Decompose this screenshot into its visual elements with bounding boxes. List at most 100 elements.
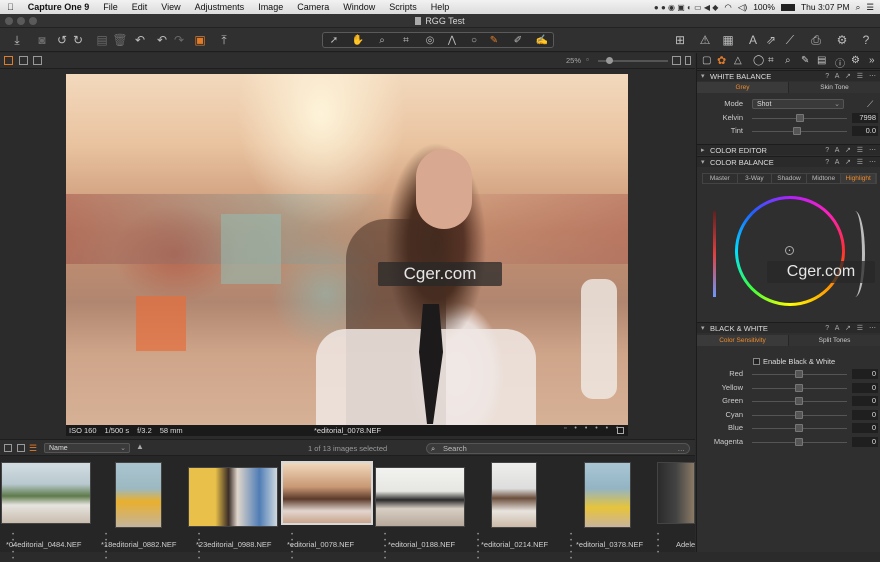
library-tab-icon[interactable]: ▢ [702, 55, 711, 66]
thumbnail-image[interactable] [491, 462, 537, 528]
rotate-left-icon[interactable]: ↺ [55, 31, 69, 49]
tab-midtone[interactable]: Midtone [807, 174, 842, 183]
single-view-icon[interactable] [19, 56, 28, 65]
settings-icon[interactable]: ⚙ [834, 31, 850, 49]
undo-icon-2[interactable]: ↶ [155, 31, 169, 49]
rotate-right-icon[interactable]: ↻ [71, 31, 85, 49]
menu-adjustments[interactable]: Adjustments [188, 2, 252, 12]
text-icon[interactable]: A [745, 31, 761, 49]
thumbnail-rating[interactable]: • • • • [657, 532, 662, 556]
move-icon[interactable]: ▤ [95, 31, 109, 49]
collapse-icon[interactable]: ▾ [701, 324, 705, 332]
undo-icon[interactable]: ↶ [133, 31, 147, 49]
close-icon[interactable] [5, 17, 13, 25]
bw-slider-knob[interactable] [795, 397, 803, 405]
zoom-out-icon[interactable]: ▫ [586, 55, 589, 64]
enable-bw-checkbox[interactable] [753, 358, 760, 365]
sort-direction-icon[interactable]: ▲ [136, 442, 144, 451]
zoom-in-icon[interactable] [672, 56, 681, 65]
eyedropper-icon[interactable]: ⟋ [783, 31, 797, 49]
saturation-arc[interactable] [713, 211, 739, 297]
lightness-arc[interactable] [845, 211, 865, 297]
apple-icon[interactable]:  [0, 2, 21, 12]
menu-scripts[interactable]: Scripts [382, 2, 424, 12]
search-options-icon[interactable]: … [678, 444, 686, 453]
menu-window[interactable]: Window [336, 2, 382, 12]
menu-camera[interactable]: Camera [290, 2, 336, 12]
thumbnail-image-selected[interactable] [281, 461, 373, 525]
kelvin-value[interactable]: 7998 [852, 113, 878, 123]
tint-slider-knob[interactable] [792, 127, 801, 135]
color-editor-header[interactable]: ▸ COLOR EDITOR ? A ↗ ☰ ⋯ [697, 144, 880, 155]
local-tab-icon[interactable]: ✎ [801, 55, 809, 66]
list-browse-icon[interactable] [17, 444, 25, 452]
menu-image[interactable]: Image [251, 2, 290, 12]
app-menu[interactable]: Capture One 9 [21, 2, 97, 12]
thumbnail-image[interactable] [115, 462, 162, 528]
bw-slider-value[interactable]: 0 [852, 382, 878, 393]
tool-header-icons[interactable]: ? A ↗ ☰ ⋯ [825, 324, 878, 332]
thumbnail-image[interactable] [584, 462, 631, 528]
keystone-icon[interactable]: ⋀ [445, 33, 459, 47]
search-input[interactable]: ⌕ Search … [426, 443, 690, 454]
output-tab-icon[interactable]: ⚙ [851, 55, 860, 66]
viewer[interactable]: ISO 160 1/500 s f/3.2 58 mm *editorial_0… [0, 69, 695, 439]
grid-icon[interactable]: ⊞ [672, 31, 688, 49]
tint-value[interactable]: 0.0 [852, 126, 878, 136]
color-tag[interactable] [617, 427, 624, 434]
main-photo[interactable] [66, 74, 628, 425]
thumbnail-rating[interactable]: • • • • • [570, 532, 575, 562]
filmstrip-icon[interactable]: ☰ [29, 443, 37, 454]
color-tab-icon[interactable]: ✿ [717, 54, 726, 67]
bw-slider-value[interactable]: 0 [852, 396, 878, 406]
exposure-tab-icon[interactable]: △ [734, 55, 742, 66]
bw-slider-knob[interactable] [795, 383, 803, 392]
tab-split-tones[interactable]: Split Tones [789, 335, 880, 346]
tool-header-icons[interactable]: ? A ↗ ☰ ⋯ [825, 146, 878, 154]
picker-icon-2[interactable]: ⇗ [764, 31, 778, 49]
black-white-header[interactable]: ▾ BLACK & WHITE ? A ↗ ☰ ⋯ [697, 322, 880, 333]
copy-adjustments-icon[interactable]: ▣ [192, 31, 208, 49]
spot-removal-icon[interactable]: ○ [467, 33, 481, 47]
volume-icon[interactable]: ◁) [738, 2, 747, 13]
more-tabs-icon[interactable]: » [869, 55, 875, 66]
grid-view-icon[interactable] [4, 56, 13, 65]
import-icon[interactable]: ⤓ [8, 31, 26, 49]
pan-icon[interactable]: ✋ [351, 33, 365, 47]
zoom-slider-knob[interactable] [606, 57, 613, 64]
white-balance-header[interactable]: ▾ WHITE BALANCE ? A ↗ ☰ ⋯ [697, 70, 880, 81]
tab-skin-tone[interactable]: Skin Tone [789, 82, 880, 93]
bw-slider-value[interactable]: 0 [852, 436, 878, 447]
wifi-icon[interactable]: ◠ [724, 2, 731, 13]
minimize-icon[interactable] [17, 17, 25, 25]
tab-3-way[interactable]: 3-Way [738, 174, 773, 183]
picker-icon[interactable]: ✐ [511, 33, 525, 47]
zoom-icon[interactable] [29, 17, 37, 25]
grid-browse-icon[interactable] [4, 444, 12, 452]
menu-edit[interactable]: Edit [125, 2, 155, 12]
bw-slider-knob[interactable] [795, 424, 803, 432]
eyedropper-icon[interactable]: ⟋ [867, 99, 873, 110]
help-icon[interactable]: ? [858, 31, 874, 49]
thumbnail-image[interactable] [657, 462, 695, 524]
thumbnail-image[interactable] [188, 467, 278, 527]
clock[interactable]: Thu 3:07 PM [801, 2, 850, 12]
trash-icon[interactable]: 🗑 [112, 31, 127, 49]
brush-icon[interactable]: ✎ [487, 33, 501, 47]
redo-icon[interactable]: ↷ [172, 31, 186, 49]
thumbnail-image[interactable] [375, 467, 465, 527]
color-wheel-handle[interactable]: • [785, 246, 794, 255]
bw-slider-knob[interactable] [795, 410, 803, 419]
kelvin-slider-knob[interactable] [795, 114, 804, 122]
color-balance-header[interactable]: ▾ COLOR BALANCE ? A ↗ ☰ ⋯ [697, 156, 880, 167]
metadata-tab-icon[interactable]: ⓘ [835, 55, 845, 70]
menu-help[interactable]: Help [424, 2, 457, 12]
export-icon[interactable]: ⤒ [216, 31, 232, 49]
thumbnail-image[interactable] [1, 462, 91, 524]
fullscreen-icon[interactable] [33, 56, 42, 65]
tab-color-sensitivity[interactable]: Color Sensitivity [697, 335, 789, 346]
wb-mode-select[interactable]: Shot ⌄ [752, 99, 844, 109]
tool-header-icons[interactable]: ? A ↗ ☰ ⋯ [825, 158, 878, 166]
lens-tab-icon[interactable]: ◯ [753, 55, 764, 66]
bw-slider-value[interactable]: 0 [852, 409, 878, 420]
